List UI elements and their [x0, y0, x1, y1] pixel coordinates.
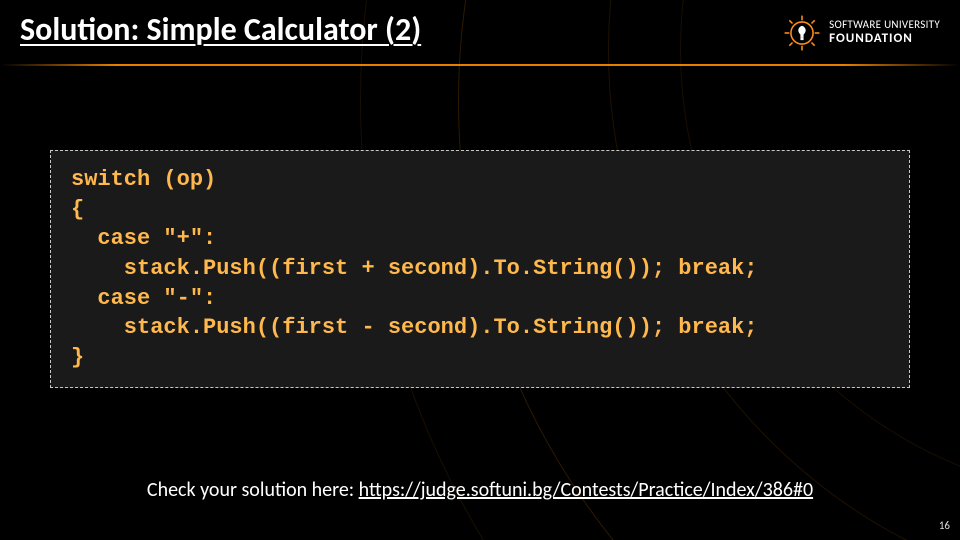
logo-text: SOFTWARE UNIVERSITY FOUNDATION: [829, 19, 940, 47]
lightbulb-gear-icon: [783, 14, 821, 52]
logo-line1: SOFTWARE UNIVERSITY: [829, 19, 940, 32]
logo-line2: FOUNDATION: [829, 32, 940, 47]
header: Solution: Simple Calculator (2) SOFTWARE…: [0, 0, 960, 60]
footer-prefix: Check your solution here:: [147, 478, 359, 502]
slide-title: Solution: Simple Calculator (2): [20, 10, 421, 49]
logo: SOFTWARE UNIVERSITY FOUNDATION: [783, 14, 940, 52]
code-block: switch (op) { case "+": stack.Push((firs…: [50, 150, 910, 388]
solution-link[interactable]: https://judge.softuni.bg/Contests/Practi…: [359, 478, 813, 502]
footer: Check your solution here: https://judge.…: [0, 478, 960, 502]
header-divider: [0, 64, 960, 66]
code-content: switch (op) { case "+": stack.Push((firs…: [71, 165, 889, 373]
page-number: 16: [939, 519, 950, 532]
